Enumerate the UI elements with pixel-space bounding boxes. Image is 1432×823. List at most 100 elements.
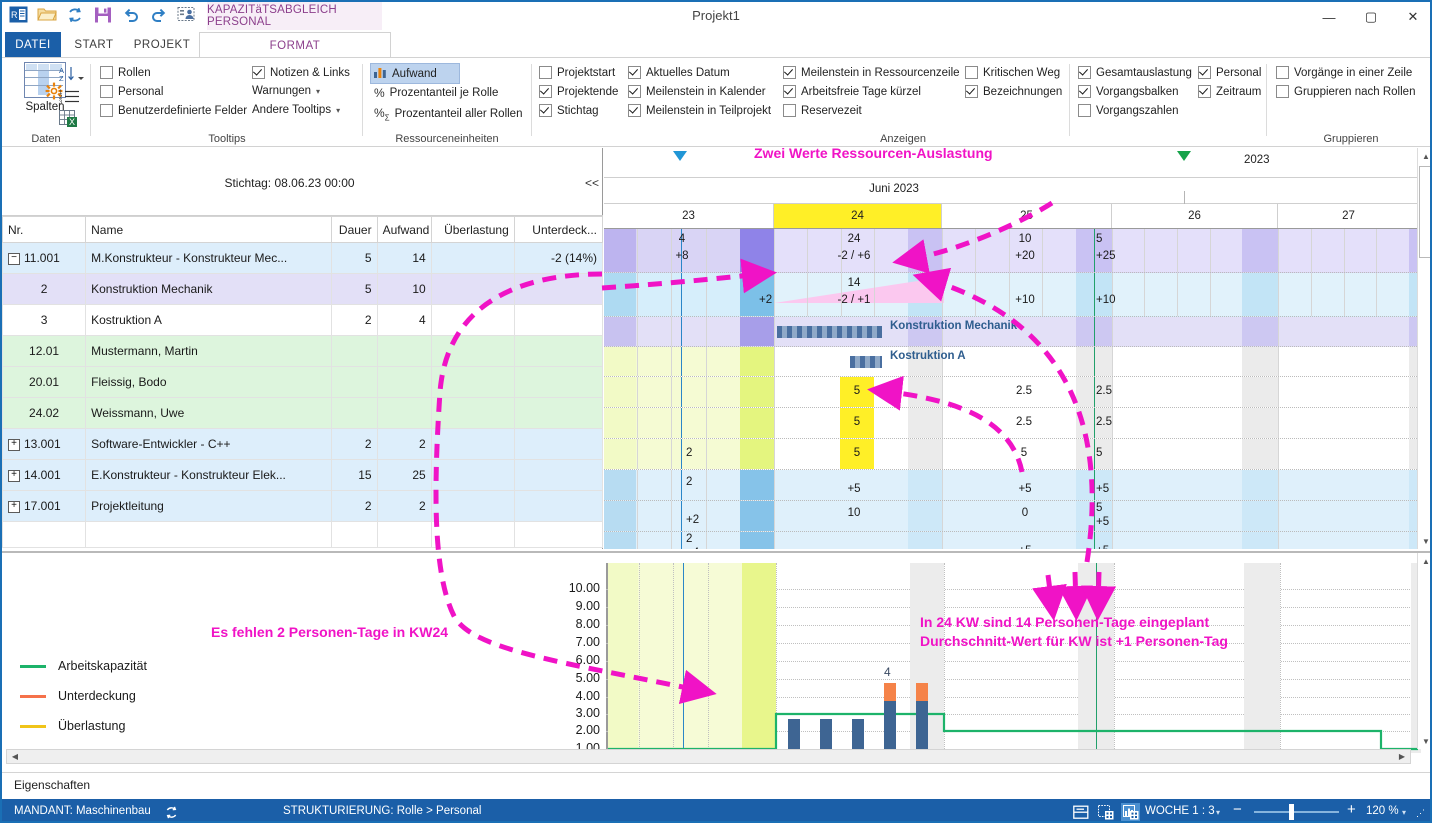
week-cell-27[interactable]: 27	[1278, 204, 1419, 228]
col-header-aufwand[interactable]: Aufwand	[377, 217, 431, 243]
checkbox-meilenstein-kalender[interactable]: Meilenstein in Kalender	[628, 85, 766, 98]
timeline-row-role[interactable]: +2 10 0 5 +5	[604, 501, 1419, 532]
week-cell-24[interactable]: 24	[774, 204, 942, 228]
timeline-row-role[interactable]: 2 +4 +5 +5	[604, 532, 1419, 549]
table-row[interactable]: +17.001 Projektleitung 2 2	[3, 491, 603, 522]
tab-projekt[interactable]: PROJEKT	[127, 32, 197, 58]
chevron-down-icon[interactable]: ▾	[1216, 808, 1220, 817]
scrollbar-thumb[interactable]	[1419, 166, 1432, 258]
timeline-vertical-scrollbar[interactable]: ▲ ▼	[1417, 148, 1432, 549]
col-header-unterdeckung[interactable]: Unterdeck...	[514, 217, 602, 243]
chart-bar[interactable]	[820, 719, 832, 753]
chart-bar[interactable]	[916, 701, 928, 753]
timeline-row-task[interactable]: Konstruktion Mechanik	[604, 317, 1419, 347]
chevron-down-icon[interactable]: ▾	[1402, 808, 1406, 817]
scroll-up-button[interactable]: ▲	[1418, 148, 1432, 164]
tab-start[interactable]: START	[64, 32, 124, 58]
checkbox-vorgaenge-einer-zeile[interactable]: Vorgänge in einer Zeile	[1276, 66, 1412, 79]
chart-horizontal-scrollbar[interactable]: ◀ ▶	[6, 749, 1411, 764]
table-row[interactable]: +14.001 E.Konstrukteur - Konstrukteur El…	[3, 460, 603, 491]
expander-icon[interactable]: +	[8, 439, 20, 451]
gantt-bar[interactable]	[850, 356, 882, 368]
checkbox-reservezeit[interactable]: Reservezeit	[783, 104, 862, 117]
expander-icon[interactable]: +	[8, 470, 20, 482]
checkbox-zeitraum[interactable]: Zeitraum	[1198, 85, 1261, 98]
properties-bar[interactable]: Eigenschaften	[2, 772, 1432, 799]
week-cell-23[interactable]: 23	[604, 204, 774, 228]
table-row[interactable]: 12.01 Mustermann, Martin	[3, 336, 603, 367]
scroll-right-button[interactable]: ▶	[1394, 750, 1410, 763]
scroll-left-button[interactable]: ◀	[7, 750, 23, 763]
col-header-dauer[interactable]: Dauer	[331, 217, 377, 243]
checkbox-personal[interactable]: Personal	[1198, 66, 1261, 79]
checkbox-notizen-links[interactable]: Notizen & Links	[252, 66, 350, 79]
table-row[interactable]: +13.001 Software-Entwickler - C++ 2 2	[3, 429, 603, 460]
scroll-down-button[interactable]: ▼	[1418, 733, 1432, 749]
checkbox-benutzerdefinierte-felder[interactable]: Benutzerdefinierte Felder	[100, 104, 247, 117]
checkbox-gruppieren-nach-rollen[interactable]: Gruppieren nach Rollen	[1276, 85, 1415, 98]
checkbox-vorgangsbalken[interactable]: Vorgangsbalken	[1078, 85, 1178, 98]
timeline-row-role[interactable]: 4 +8 24 -2 / +6 10 +20 5 +25	[604, 229, 1419, 273]
checkbox-meilenstein-teilprojekt[interactable]: Meilenstein in Teilprojekt	[628, 104, 771, 117]
checkbox-projektende[interactable]: Projektende	[539, 85, 618, 98]
col-header-name[interactable]: Name	[86, 217, 331, 243]
legend-item-arbeitskapazitaet[interactable]: Arbeitskapazität	[20, 651, 152, 681]
export-excel-icon[interactable]: X	[59, 110, 83, 131]
week-cell-26[interactable]: 26	[1112, 204, 1278, 228]
checkbox-gesamtauslastung[interactable]: Gesamtauslastung	[1078, 66, 1192, 79]
timescale-label[interactable]: WOCHE 1 : 3	[1145, 805, 1215, 817]
close-button[interactable]: ✕	[1402, 6, 1424, 28]
zoom-out-button[interactable]: −	[1233, 801, 1242, 818]
timeline-row-task[interactable]: Kostruktion A	[604, 347, 1419, 377]
split-view-icon[interactable]	[1071, 803, 1090, 821]
checkbox-arbeitsfreie-tage[interactable]: Arbeitsfreie Tage kürzel	[783, 85, 921, 98]
table-row[interactable]: 2 Konstruktion Mechanik 5 10	[3, 274, 603, 305]
table-row[interactable]: 3 Kostruktion A 2 4	[3, 305, 603, 336]
legend-item-unterdeckung[interactable]: Unterdeckung	[20, 681, 152, 711]
zoom-in-button[interactable]: +	[1347, 801, 1356, 818]
scroll-up-button[interactable]: ▲	[1418, 553, 1432, 569]
week-cell-25[interactable]: 25	[942, 204, 1112, 228]
maximize-button[interactable]: ▢	[1360, 6, 1382, 28]
dropdown-warnungen[interactable]: Warnungen▾	[252, 85, 320, 97]
checkbox-aktuelles-datum[interactable]: Aktuelles Datum	[628, 66, 730, 79]
grid-view-icon[interactable]	[1096, 803, 1115, 821]
chart-bar-overflow[interactable]	[884, 683, 896, 701]
timeline-row-person[interactable]: 2 5 5 5	[604, 439, 1419, 470]
scroll-down-button[interactable]: ▼	[1418, 533, 1432, 549]
timeline-row-person[interactable]: 5 2.5 2.5	[604, 377, 1419, 408]
checkbox-rollen[interactable]: Rollen	[100, 66, 151, 79]
checkbox-personal-tooltip[interactable]: Personal	[100, 85, 163, 98]
expander-icon[interactable]: +	[8, 501, 20, 513]
chart-bar[interactable]	[884, 701, 896, 753]
window-controls[interactable]: — ▢ ✕	[1318, 6, 1424, 28]
collapse-button[interactable]: <<	[585, 176, 599, 190]
checkbox-projektstart[interactable]: Projektstart	[539, 66, 615, 79]
resize-grip-icon[interactable]: ⋰	[1416, 808, 1425, 819]
chart-bar[interactable]	[852, 719, 864, 753]
gantt-bar[interactable]	[777, 326, 882, 338]
checkbox-stichtag[interactable]: Stichtag	[539, 104, 599, 117]
tab-format[interactable]: FORMAT	[199, 32, 391, 58]
zoom-slider-handle[interactable]	[1289, 804, 1294, 820]
chart-vertical-scrollbar[interactable]: ▲ ▼	[1417, 553, 1432, 749]
option-prozentanteil-je-rolle[interactable]: % Prozentanteil je Rolle	[374, 86, 498, 100]
sync-icon[interactable]	[162, 803, 181, 821]
legend-item-ueberlastung[interactable]: Überlastung	[20, 711, 152, 741]
expander-icon[interactable]: −	[8, 253, 20, 265]
table-row[interactable]: 20.01 Fleissig, Bodo	[3, 367, 603, 398]
table-row[interactable]: −11.001 M.Konstrukteur - Konstrukteur Me…	[3, 243, 603, 274]
col-header-nr[interactable]: Nr.	[3, 217, 86, 243]
checkbox-kritischen-weg[interactable]: Kritischen Weg	[965, 66, 1060, 79]
checkbox-meilenstein-ressourcenzeile[interactable]: Meilenstein in Ressourcenzeile	[783, 66, 960, 79]
chart-bar-overflow[interactable]	[916, 683, 928, 701]
ribbon-tab-strip[interactable]: DATEI START PROJEKT FORMAT	[2, 32, 1430, 58]
sort-az-icon[interactable]: AZ	[59, 66, 85, 85]
chart-bar[interactable]	[788, 719, 800, 753]
timeline-row-task-sum[interactable]: +2 14 -2 / +1 +10 +10	[604, 273, 1419, 317]
option-aufwand[interactable]: Aufwand	[374, 66, 437, 81]
timeline-row-role[interactable]: 2 +5 +5 +5	[604, 470, 1419, 501]
dropdown-andere-tooltips[interactable]: Andere Tooltips▾	[252, 104, 340, 116]
minimize-button[interactable]: —	[1318, 6, 1340, 28]
numbering-icon[interactable]: 123	[59, 88, 83, 107]
